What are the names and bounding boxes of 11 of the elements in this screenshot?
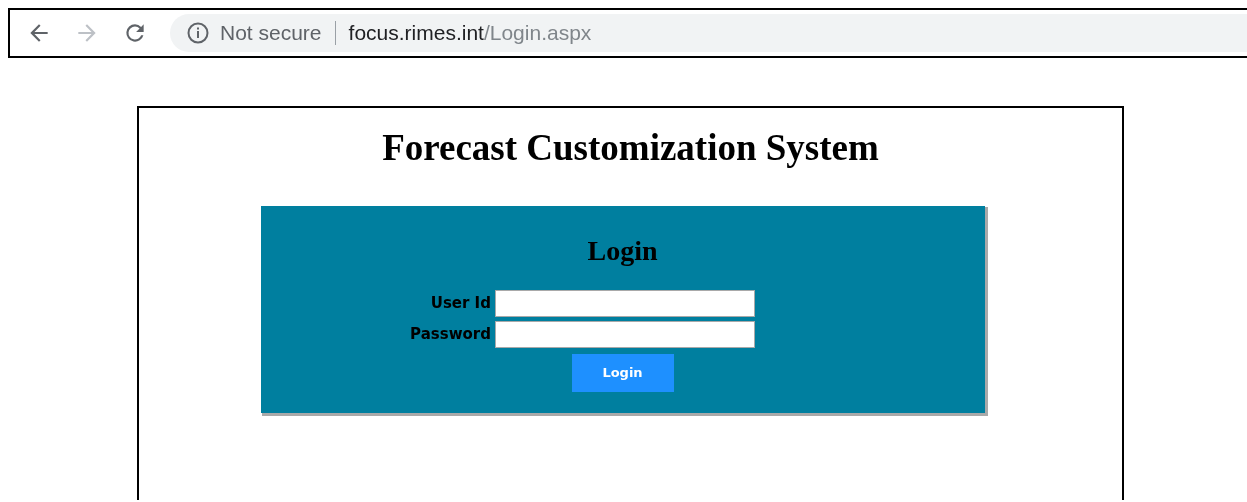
field-label: Password bbox=[410, 324, 491, 346]
input-field[interactable] bbox=[494, 321, 755, 348]
url-path: /Login.aspx bbox=[483, 20, 592, 47]
page-title: Forecast Customization System bbox=[382, 126, 879, 170]
security-label: Not secure bbox=[220, 20, 322, 47]
input-field[interactable] bbox=[494, 290, 755, 317]
address-bar[interactable]: Not secure focus.rimes.int/Login.aspx bbox=[170, 14, 1247, 52]
info-icon[interactable] bbox=[186, 21, 210, 45]
field-label: User Id bbox=[429, 293, 491, 315]
url-host: focus.rimes.int bbox=[348, 20, 484, 47]
login-heading: Login bbox=[587, 234, 658, 268]
